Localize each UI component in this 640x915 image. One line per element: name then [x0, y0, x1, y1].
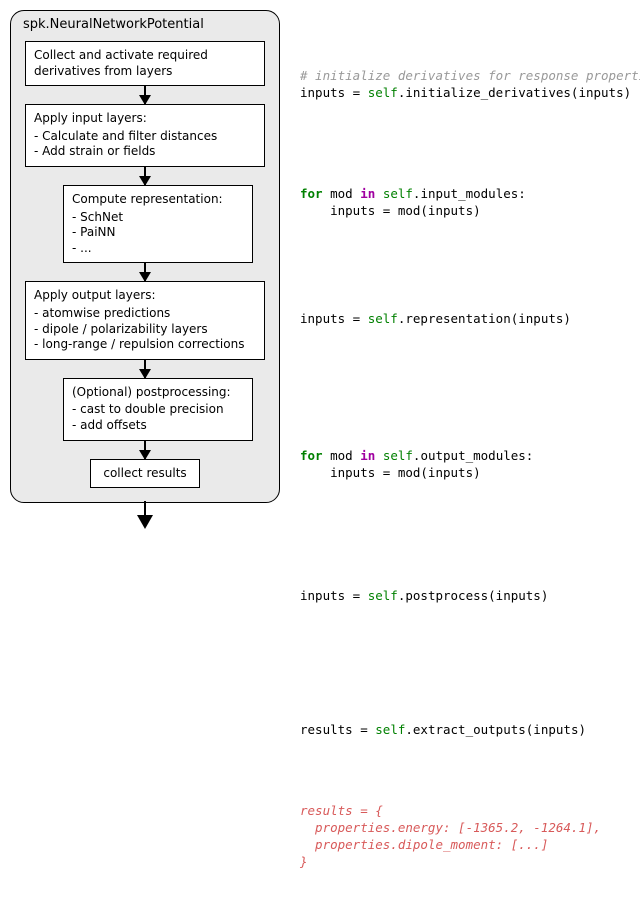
step-title: collect results [103, 466, 186, 480]
list-item: long-range / repulsion corrections [34, 337, 256, 353]
step-title: Apply input layers: [34, 111, 147, 125]
flowchart-column: spk.NeuralNetworkPotential Collect and a… [10, 10, 280, 527]
list-item: ... [72, 241, 244, 257]
code-comment: # initialize derivatives for response pr… [300, 68, 640, 83]
code-line: inputs = mod(inputs) [300, 203, 481, 218]
code-line: for mod in self.output_modules: [300, 448, 533, 463]
step-sublist: SchNet PaiNN ... [72, 210, 244, 257]
step-representation: Compute representation: SchNet PaiNN ... [63, 185, 253, 263]
code-block-result: results = { properties.energy: [-1365.2,… [300, 803, 630, 871]
code-line: results = { [300, 803, 383, 818]
code-line: results = self.extract_outputs(inputs) [300, 722, 586, 737]
step-output-layers: Apply output layers: atomwise prediction… [25, 281, 265, 359]
step-input-layers: Apply input layers: Calculate and filter… [25, 104, 265, 167]
step-postprocess: (Optional) postprocessing: cast to doubl… [63, 378, 253, 441]
code-line: inputs = self.postprocess(inputs) [300, 588, 548, 603]
code-block-representation: inputs = self.representation(inputs) [300, 311, 630, 328]
list-item: add offsets [72, 418, 244, 434]
flow-arrow-icon [144, 167, 147, 185]
list-item: dipole / polarizability layers [34, 322, 256, 338]
code-line: inputs = mod(inputs) [300, 465, 481, 480]
module-box: spk.NeuralNetworkPotential Collect and a… [10, 10, 280, 503]
code-line: inputs = self.initialize_derivatives(inp… [300, 85, 631, 100]
code-column: # initialize derivatives for response pr… [300, 10, 630, 905]
code-block-init: # initialize derivatives for response pr… [300, 68, 630, 102]
code-line: for mod in self.input_modules: [300, 186, 526, 201]
code-line: properties.dipole_moment: [...] [300, 837, 548, 852]
flow-arrow-icon [144, 441, 147, 459]
step-title: (Optional) postprocessing: [72, 385, 231, 399]
list-item: PaiNN [72, 225, 244, 241]
step-title: Apply output layers: [34, 288, 156, 302]
flow-arrow-out-icon [144, 501, 147, 527]
step-sublist: cast to double precision add offsets [72, 402, 244, 433]
flow-arrow-icon [144, 360, 147, 378]
figure-container: spk.NeuralNetworkPotential Collect and a… [10, 10, 630, 905]
step-title: Collect and activate required derivative… [34, 48, 208, 78]
code-line: } [300, 854, 308, 869]
code-line: properties.energy: [-1365.2, -1264.1], [300, 820, 601, 835]
list-item: SchNet [72, 210, 244, 226]
step-sublist: Calculate and filter distances Add strai… [34, 129, 256, 160]
code-block-output-loop: for mod in self.output_modules: inputs =… [300, 448, 630, 482]
list-item: cast to double precision [72, 402, 244, 418]
step-sublist: atomwise predictions dipole / polarizabi… [34, 306, 256, 353]
code-block-postprocess: inputs = self.postprocess(inputs) [300, 588, 630, 605]
code-block-extract: results = self.extract_outputs(inputs) [300, 722, 630, 739]
list-item: Calculate and filter distances [34, 129, 256, 145]
list-item: Add strain or fields [34, 144, 256, 160]
module-title: spk.NeuralNetworkPotential [23, 17, 204, 32]
step-title: Compute representation: [72, 192, 223, 206]
step-collect-results: collect results [90, 459, 200, 489]
step-collect-derivatives: Collect and activate required derivative… [25, 41, 265, 86]
code-block-input-loop: for mod in self.input_modules: inputs = … [300, 186, 630, 220]
flow-arrow-icon [144, 263, 147, 281]
flow-arrow-icon [144, 86, 147, 104]
code-line: inputs = self.representation(inputs) [300, 311, 571, 326]
list-item: atomwise predictions [34, 306, 256, 322]
